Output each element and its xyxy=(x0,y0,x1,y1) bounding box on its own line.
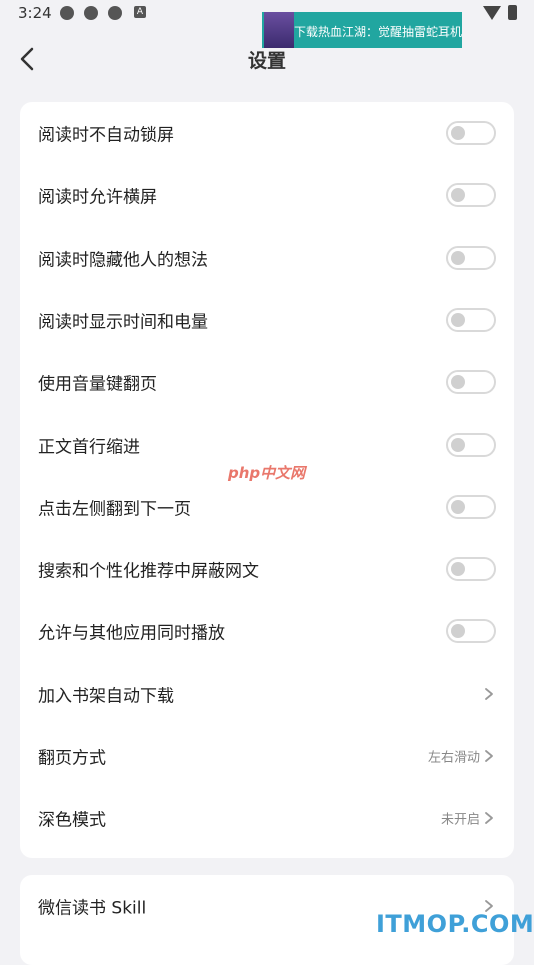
setting-row[interactable]: 加入书架自动下载 xyxy=(20,663,514,725)
itmop-watermark: ITMOP.COM xyxy=(376,910,534,938)
php-watermark: php中文网 xyxy=(228,464,306,482)
setting-row[interactable]: 翻页方式 左右滑动 xyxy=(20,725,514,787)
setting-label: 阅读时显示时间和电量 xyxy=(38,312,208,333)
chevron-right-icon xyxy=(485,687,493,700)
setting-label: 微信读书 Skill xyxy=(38,898,147,919)
setting-row: 阅读时允许横屏 xyxy=(20,164,514,226)
setting-label: 阅读时不自动锁屏 xyxy=(38,125,174,146)
setting-row: 阅读时不自动锁屏 xyxy=(20,102,514,164)
notification-icon xyxy=(60,6,74,20)
wifi-icon xyxy=(483,6,501,20)
setting-label: 翻页方式 xyxy=(38,748,106,769)
status-time: 3:24 xyxy=(18,4,52,22)
toggle-knob xyxy=(451,312,465,327)
ad-text: 下载热血江湖：觉醒抽雷蛇耳机 xyxy=(294,25,463,39)
toggle-knob xyxy=(451,375,465,390)
setting-toggle[interactable] xyxy=(446,494,496,519)
chevron-right-icon xyxy=(485,812,493,825)
page-title: 设置 xyxy=(247,50,286,72)
setting-toggle[interactable] xyxy=(446,307,496,332)
setting-row: 使用音量键翻页 xyxy=(20,351,514,413)
setting-toggle[interactable] xyxy=(446,183,496,208)
toggle-knob xyxy=(451,250,465,265)
toggle-knob xyxy=(451,624,465,639)
toggle-knob xyxy=(451,437,465,452)
toggle-knob xyxy=(451,188,465,203)
setting-row: 搜索和个性化推荐中屏蔽网文 xyxy=(20,538,514,600)
setting-label: 深色模式 xyxy=(38,810,106,831)
setting-label: 点击左侧翻到下一页 xyxy=(38,499,191,520)
notification-icon xyxy=(108,6,122,20)
setting-toggle[interactable] xyxy=(446,619,496,644)
setting-row: 允许与其他应用同时播放 xyxy=(20,600,514,662)
setting-label: 允许与其他应用同时播放 xyxy=(38,623,225,644)
setting-toggle[interactable] xyxy=(446,245,496,270)
setting-toggle[interactable] xyxy=(446,557,496,582)
setting-label: 搜索和个性化推荐中屏蔽网文 xyxy=(38,561,259,582)
setting-value: 左右滑动 xyxy=(427,750,480,766)
setting-toggle[interactable] xyxy=(446,432,496,457)
setting-toggle[interactable] xyxy=(446,121,496,145)
toggle-knob xyxy=(451,126,465,140)
setting-label: 使用音量键翻页 xyxy=(38,374,157,395)
setting-row: 阅读时显示时间和电量 xyxy=(20,289,514,351)
a-icon: A xyxy=(134,6,146,18)
toggle-knob xyxy=(451,499,465,514)
chevron-right-icon xyxy=(485,750,493,762)
toggle-knob xyxy=(451,562,465,577)
setting-row[interactable]: 深色模式 未开启 xyxy=(20,787,514,849)
setting-row: 点击左侧翻到下一页 xyxy=(20,476,514,538)
setting-value: 未开启 xyxy=(440,812,480,828)
nav-bar: 设置 xyxy=(0,40,534,80)
setting-label: 正文首行缩进 xyxy=(38,437,140,457)
setting-label: 阅读时隐藏他人的想法 xyxy=(38,250,208,271)
setting-label: 加入书架自动下载 xyxy=(38,686,174,707)
setting-toggle[interactable] xyxy=(446,370,496,395)
setting-label: 阅读时允许横屏 xyxy=(38,187,157,208)
notification-icon xyxy=(84,6,98,20)
setting-row: 阅读时隐藏他人的想法 xyxy=(20,227,514,289)
battery-icon xyxy=(508,5,517,20)
